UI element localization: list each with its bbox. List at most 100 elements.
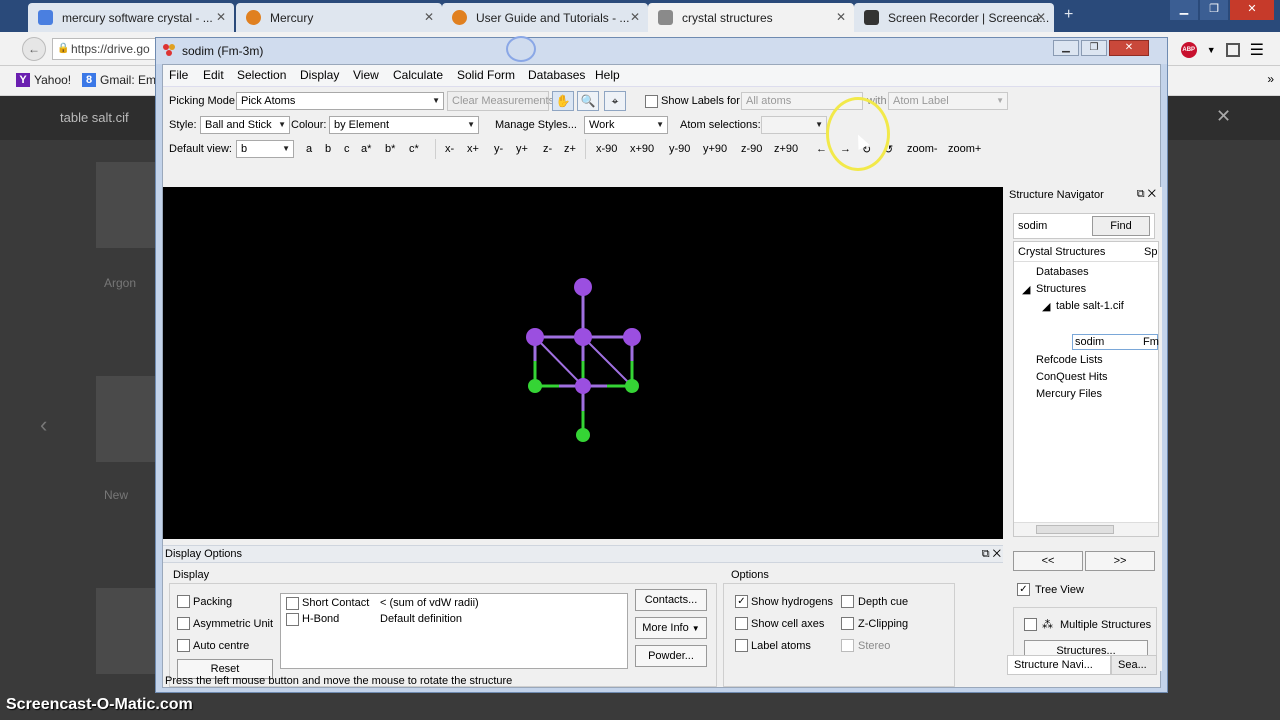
- previous-structure-button[interactable]: <<: [1013, 551, 1083, 571]
- show-labels-checkbox[interactable]: [645, 95, 658, 108]
- menu-selection[interactable]: Selection: [237, 68, 286, 82]
- colour-select[interactable]: by Element ▼: [329, 116, 479, 134]
- z-clipping-checkbox[interactable]: [841, 617, 854, 630]
- tree-item-refcode-lists[interactable]: Refcode Lists: [1036, 354, 1103, 366]
- menu-file[interactable]: File: [169, 68, 188, 82]
- rotate-x-minus-90-button[interactable]: x-90: [596, 143, 617, 155]
- maximize-icon[interactable]: ❐: [1081, 40, 1107, 56]
- scrollbar-thumb[interactable]: [1036, 525, 1114, 534]
- work-style-select[interactable]: Work ▼: [584, 116, 668, 134]
- rotate-x-plus-90-button[interactable]: x+90: [630, 143, 654, 155]
- adblock-icon[interactable]: ABP: [1180, 42, 1197, 58]
- tree-item-databases[interactable]: Databases: [1036, 266, 1089, 278]
- close-icon[interactable]: ✕: [836, 10, 846, 24]
- extension-icon[interactable]: [1225, 43, 1240, 57]
- bookmark-gmail[interactable]: 8 Gmail: Em: [82, 73, 156, 87]
- view-z-plus-button[interactable]: z+: [564, 143, 576, 155]
- find-button[interactable]: Find: [1092, 216, 1150, 236]
- arrow-left-icon[interactable]: ←: [816, 143, 827, 155]
- view-x-plus-button[interactable]: x+: [467, 143, 479, 155]
- show-hydrogens-checkbox[interactable]: ✓: [735, 595, 748, 608]
- select-tool-icon[interactable]: ⌖: [604, 91, 626, 111]
- stereo-checkbox[interactable]: [841, 639, 854, 652]
- minimize-icon[interactable]: ▁: [1053, 40, 1079, 56]
- close-icon[interactable]: ✕: [216, 10, 226, 24]
- powder-button[interactable]: Powder...: [635, 645, 707, 667]
- browser-tab-screen-recorder[interactable]: Screen Recorder | Screenca... ✕: [854, 3, 1054, 32]
- menu-icon[interactable]: ☰: [1250, 40, 1264, 60]
- tab-structure-navigator[interactable]: Structure Navi...: [1007, 655, 1111, 675]
- tree-item-conquest-hits[interactable]: ConQuest Hits: [1036, 371, 1108, 383]
- tree-item-selected[interactable]: sodim Fm: [1072, 334, 1159, 350]
- browser-tab-mercury[interactable]: Mercury ✕: [236, 3, 442, 32]
- manage-styles-button[interactable]: Manage Styles...: [495, 119, 577, 131]
- rotate-y-plus-90-button[interactable]: y+90: [703, 143, 727, 155]
- close-icon[interactable]: ✕: [630, 10, 640, 24]
- tree-item-file[interactable]: table salt-1.cif: [1056, 300, 1124, 312]
- minimize-icon[interactable]: ▁: [1170, 0, 1198, 20]
- label-atoms-checkbox[interactable]: [735, 639, 748, 652]
- chevron-left-icon[interactable]: ‹: [40, 412, 47, 438]
- picking-mode-select[interactable]: Pick Atoms ▼: [236, 92, 444, 110]
- view-x-minus-button[interactable]: x-: [445, 143, 454, 155]
- pick-hand-icon[interactable]: ✋: [552, 91, 574, 111]
- more-bookmarks-icon[interactable]: »: [1267, 72, 1274, 86]
- view-a-button[interactable]: a: [306, 143, 312, 155]
- expand-icon[interactable]: ◢: [1042, 300, 1050, 313]
- drive-file-thumbnail[interactable]: [96, 376, 156, 462]
- close-icon[interactable]: ✕: [1216, 106, 1231, 127]
- style-select[interactable]: Ball and Stick ▼: [200, 116, 290, 134]
- more-info-button[interactable]: More Info ▼: [635, 617, 707, 639]
- zoom-in-button[interactable]: zoom+: [948, 143, 981, 155]
- contacts-button[interactable]: Contacts...: [635, 589, 707, 611]
- default-view-select[interactable]: b ▼: [236, 140, 294, 158]
- menu-display[interactable]: Display: [300, 68, 339, 82]
- view-y-minus-button[interactable]: y-: [494, 143, 503, 155]
- view-b-button[interactable]: b: [325, 143, 331, 155]
- drive-file-thumbnail[interactable]: [96, 588, 156, 674]
- new-tab-button[interactable]: +: [1064, 6, 1073, 24]
- next-structure-button[interactable]: >>: [1085, 551, 1155, 571]
- tree-item-mercury-files[interactable]: Mercury Files: [1036, 388, 1102, 400]
- asymmetric-unit-checkbox[interactable]: [177, 617, 190, 630]
- close-icon[interactable]: ✕: [1036, 10, 1046, 24]
- atom-selections-select[interactable]: ▼: [761, 116, 827, 134]
- close-icon[interactable]: ✕: [1230, 0, 1274, 20]
- menu-calculate[interactable]: Calculate: [393, 68, 443, 82]
- browser-tab-crystal-structures[interactable]: crystal structures ✕: [648, 3, 854, 32]
- clear-measurements-button[interactable]: Clear Measurements: [447, 91, 554, 111]
- label-type-select[interactable]: Atom Label ▼: [888, 92, 1008, 110]
- menu-databases[interactable]: Databases: [528, 68, 585, 82]
- depth-cue-checkbox[interactable]: [841, 595, 854, 608]
- tree-item-structures[interactable]: Structures: [1036, 283, 1086, 295]
- structure-viewport[interactable]: [163, 187, 1003, 539]
- dropdown-arrow-icon[interactable]: ▼: [1207, 45, 1216, 55]
- back-arrow-icon[interactable]: ←: [22, 37, 46, 61]
- menu-help[interactable]: Help: [595, 68, 620, 82]
- drive-file-thumbnail[interactable]: [96, 162, 156, 248]
- view-b-star-button[interactable]: b*: [385, 143, 395, 155]
- hbond-checkbox[interactable]: [286, 613, 299, 626]
- close-icon[interactable]: ✕: [1109, 40, 1149, 56]
- view-c-button[interactable]: c: [344, 143, 350, 155]
- menu-view[interactable]: View: [353, 68, 379, 82]
- view-c-star-button[interactable]: c*: [409, 143, 419, 155]
- rotate-z-minus-90-button[interactable]: z-90: [741, 143, 762, 155]
- zoom-out-button[interactable]: zoom-: [907, 143, 938, 155]
- rotate-z-plus-90-button[interactable]: z+90: [774, 143, 798, 155]
- search-input[interactable]: sodim: [1018, 220, 1047, 232]
- packing-checkbox[interactable]: [177, 595, 190, 608]
- multiple-structures-checkbox[interactable]: [1024, 618, 1037, 631]
- browser-tab-mercury-search[interactable]: mercury software crystal - ... ✕: [28, 3, 234, 32]
- dock-close-icon[interactable]: ⧉ ✕: [1137, 188, 1156, 201]
- dock-close-icon[interactable]: ⧉ ✕: [982, 546, 1001, 562]
- view-z-minus-button[interactable]: z-: [543, 143, 552, 155]
- url-field[interactable]: 🔒 https://drive.go: [52, 38, 162, 60]
- auto-centre-checkbox[interactable]: [177, 639, 190, 652]
- expand-icon[interactable]: ◢: [1022, 283, 1030, 296]
- view-y-plus-button[interactable]: y+: [516, 143, 528, 155]
- browser-tab-user-guide[interactable]: User Guide and Tutorials - ... ✕: [442, 3, 648, 32]
- view-a-star-button[interactable]: a*: [361, 143, 371, 155]
- maximize-icon[interactable]: ❐: [1200, 0, 1228, 20]
- bookmark-yahoo[interactable]: Y Yahoo!: [16, 73, 71, 87]
